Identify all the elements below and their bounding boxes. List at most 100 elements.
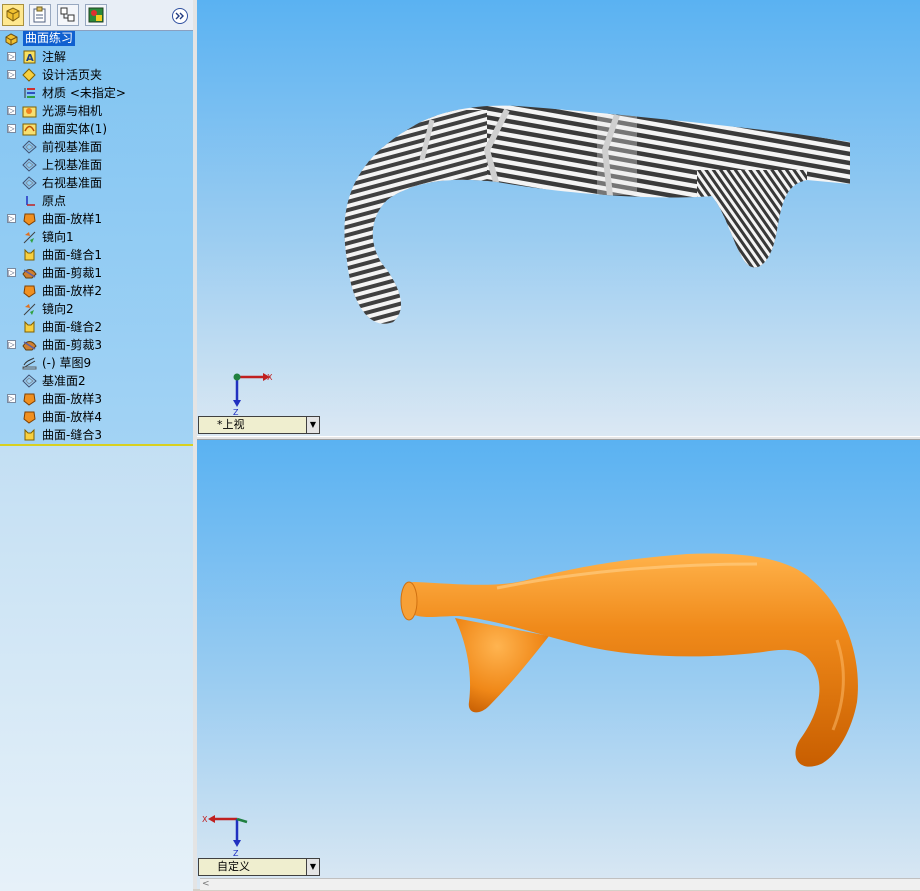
tree-item[interactable]: 前视基准面 — [0, 138, 193, 156]
plane-icon — [22, 140, 37, 154]
feature-manager-panel: 曲面练习 ▷ A 注解 ▷ 设计活页夹材质 <未指定> ▷ 光源与相机 ▷ 曲面实体(1) 前视基… — [0, 0, 194, 891]
mirror-icon — [23, 303, 36, 316]
tree-item-label: 光源与相机 — [42, 104, 103, 118]
view-orientation-select-bottom[interactable]: 自定义 ▼ — [198, 858, 320, 876]
orientation-triad-bottom: X Z — [202, 815, 248, 858]
feature-tree-icon — [6, 7, 20, 22]
tree-item[interactable]: ▷ 曲面-放样3 — [0, 390, 193, 408]
tree-item-label: 注解 — [42, 50, 67, 64]
material-icon — [24, 88, 35, 98]
tree-item-label: 设计活页夹 — [42, 68, 103, 82]
feature-manager-tabs — [0, 0, 193, 31]
tree-item[interactable]: 曲面-放样2 — [0, 282, 193, 300]
tree-item[interactable]: ▷ 曲面-剪裁3 — [0, 336, 193, 354]
tree-item[interactable]: 曲面-放样4 — [0, 408, 193, 426]
tree-item[interactable]: ▷ 曲面-剪裁1 — [0, 264, 193, 282]
tree-item-label: 镜向2 — [42, 302, 74, 316]
tree-item-label: 原点 — [42, 194, 67, 208]
tree-item-label: 基准面2 — [42, 374, 86, 388]
expand-toggle-icon[interactable]: ▷ — [7, 106, 16, 115]
horizontal-scrollbar[interactable]: < — [200, 878, 920, 890]
tab-feature-manager[interactable] — [2, 4, 24, 26]
design-binder-icon — [22, 68, 36, 82]
surface-knit-icon — [24, 320, 35, 333]
expand-toggle-icon[interactable]: ▷ — [7, 124, 16, 133]
tree-item-label: 曲面-剪裁1 — [42, 266, 102, 280]
origin-icon — [26, 196, 35, 206]
tree-item-label: 曲面-缝合2 — [42, 320, 102, 334]
surface-bodies-icon — [22, 123, 37, 136]
tree-item-label: 材质 <未指定> — [42, 86, 126, 100]
tree-item[interactable]: ▷ A 注解 — [0, 48, 193, 66]
tree-item[interactable]: 上视基准面 — [0, 156, 193, 174]
tree-item[interactable]: 镜向2 — [0, 300, 193, 318]
view-orientation-select-top[interactable]: *上视 ▼ — [198, 416, 320, 434]
tree-item[interactable]: 材质 <未指定> — [0, 84, 193, 102]
tree-item[interactable]: ▷ 设计活页夹 — [0, 66, 193, 84]
tree-item-label: 曲面实体(1) — [42, 122, 107, 136]
feature-manager-empty-area — [0, 444, 193, 891]
view-name-bottom: 自定义 — [217, 860, 250, 873]
sketch-icon — [22, 357, 37, 370]
viewport-top[interactable]: X Z *上视 ▼ — [197, 0, 920, 436]
plane-icon — [22, 176, 37, 190]
surface-knit-icon — [24, 428, 35, 441]
tree-item[interactable]: ▷ 曲面实体(1) — [0, 120, 193, 138]
tree-item[interactable]: 右视基准面 — [0, 174, 193, 192]
tree-item[interactable]: 曲面-缝合3 — [0, 426, 193, 444]
surface-loft-icon — [23, 285, 36, 298]
tree-item[interactable]: ▷ 光源与相机 — [0, 102, 193, 120]
expand-toggle-icon[interactable]: ▷ — [7, 214, 16, 223]
expand-toggle-icon[interactable]: ▷ — [7, 70, 16, 79]
tree-item[interactable]: 曲面-缝合2 — [0, 318, 193, 336]
tree-item-label: 右视基准面 — [42, 176, 103, 190]
tree-root-label: 曲面练习 — [23, 31, 76, 46]
expand-toggle-icon[interactable]: ▷ — [7, 268, 16, 277]
tree-item[interactable]: 原点 — [0, 192, 193, 210]
tree-item[interactable]: 曲面-缝合1 — [0, 246, 193, 264]
tree-item[interactable]: 基准面2 — [0, 372, 193, 390]
tab-display-manager[interactable] — [85, 4, 107, 26]
tree-item[interactable]: 镜向1 — [0, 228, 193, 246]
dropdown-arrow-icon[interactable]: ▼ — [306, 859, 319, 875]
scroll-left-icon[interactable]: < — [202, 879, 212, 889]
expand-panel-button[interactable] — [172, 8, 188, 24]
double-chevron-right-icon — [175, 12, 184, 20]
surface-loft-icon — [23, 411, 36, 424]
dropdown-arrow-icon[interactable]: ▼ — [306, 417, 319, 433]
viewport-bottom[interactable]: X Z 自定义 ▼ — [197, 440, 920, 889]
surface-trim-icon — [22, 269, 37, 279]
tree-item-label: 上视基准面 — [42, 158, 103, 172]
tree-item-label: 曲面-缝合1 — [42, 248, 102, 262]
orientation-triad-top: X Z — [233, 373, 273, 417]
zebra-model — [344, 105, 850, 324]
configuration-manager-icon — [60, 7, 75, 22]
tree-item-label: 曲面-放样3 — [42, 392, 102, 406]
tree-item-label: 镜向1 — [42, 230, 74, 244]
tree-item-label: 曲面-放样4 — [42, 410, 102, 424]
tree-item-label: 前视基准面 — [42, 140, 103, 154]
expand-toggle-icon[interactable]: ▷ — [7, 394, 16, 403]
plane-icon — [22, 158, 37, 172]
surface-loft-icon — [23, 213, 36, 226]
expand-toggle-icon[interactable]: ▷ — [7, 52, 16, 61]
annotation-icon: A — [23, 50, 36, 64]
display-manager-icon — [88, 7, 104, 23]
surface-loft-icon — [23, 393, 36, 406]
tree-item-label: 曲面-剪裁3 — [42, 338, 102, 352]
tree-item-label: (-) 草图9 — [42, 356, 92, 370]
feature-tree: 曲面练习 ▷ A 注解 ▷ 设计活页夹材质 <未指定> ▷ 光源与相机 ▷ 曲面实体(1) 前视基… — [0, 30, 193, 444]
tree-item[interactable]: ▷ 曲面-放样1 — [0, 210, 193, 228]
tree-item[interactable]: (-) 草图9 — [0, 354, 193, 372]
shaded-model — [400, 553, 858, 767]
surface-knit-icon — [24, 248, 35, 261]
surface-trim-icon — [22, 341, 37, 351]
tab-property-manager[interactable] — [29, 4, 51, 26]
tree-item-label: 曲面-放样1 — [42, 212, 102, 226]
tab-configuration-manager[interactable] — [57, 4, 79, 26]
expand-toggle-icon[interactable]: ▷ — [7, 340, 16, 349]
tree-item-label: 曲面-放样2 — [42, 284, 102, 298]
property-manager-icon — [33, 6, 46, 23]
triad-top-x-label: X — [267, 373, 273, 382]
tree-root-item[interactable]: 曲面练习 — [0, 30, 193, 48]
